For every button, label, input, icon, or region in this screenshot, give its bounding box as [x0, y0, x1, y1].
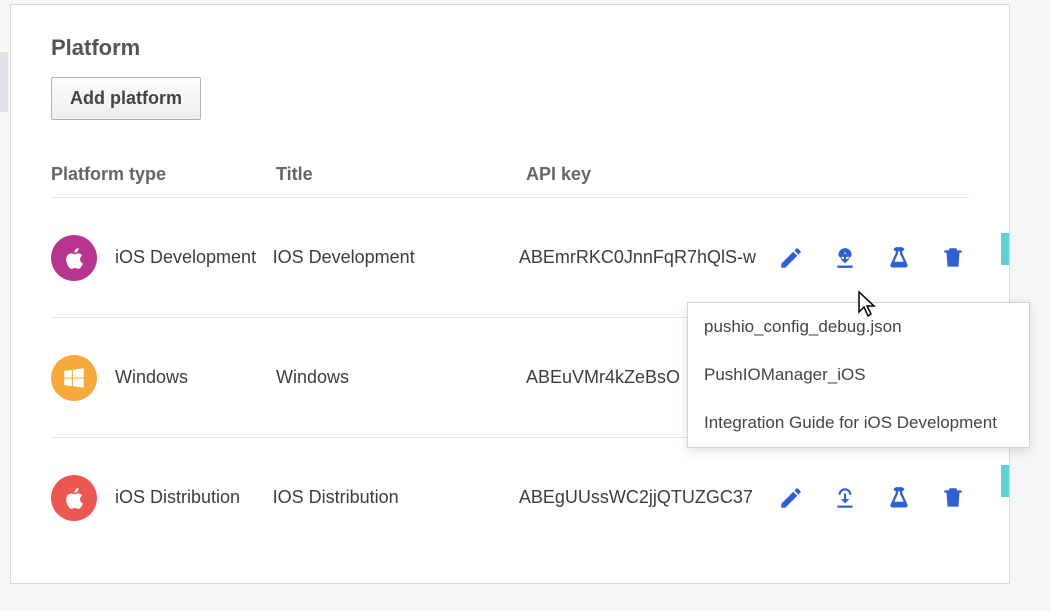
- download-icon: [832, 485, 858, 511]
- col-header-api: API key: [526, 164, 786, 185]
- delete-button[interactable]: [937, 482, 969, 514]
- scroll-indicator: [1001, 233, 1009, 265]
- apple-icon: [51, 475, 97, 521]
- edit-icon: [778, 245, 804, 271]
- windows-icon: [51, 355, 97, 401]
- api-key: ABEgUUssWC2jjQTUZGC37: [519, 487, 775, 508]
- dropdown-item[interactable]: pushio_config_debug.json: [688, 303, 1029, 351]
- platform-panel: Platform Add platform Platform type Titl…: [10, 4, 1010, 584]
- edit-button[interactable]: [775, 242, 807, 274]
- platform-type-label: Windows: [115, 367, 188, 388]
- flask-icon: [886, 485, 912, 511]
- platform-title: Windows: [276, 367, 526, 388]
- trash-icon: [940, 485, 966, 511]
- delete-button[interactable]: [937, 242, 969, 274]
- download-dropdown: pushio_config_debug.json PushIOManager_i…: [687, 302, 1030, 448]
- col-header-platform: Platform type: [51, 164, 276, 185]
- table-row: iOS Distribution IOS Distribution ABEgUU…: [51, 437, 969, 557]
- platform-title: IOS Development: [273, 247, 519, 268]
- add-platform-button[interactable]: Add platform: [51, 77, 201, 120]
- test-button[interactable]: [883, 482, 915, 514]
- flask-icon: [886, 245, 912, 271]
- api-key: ABEmrRKC0JnnFqR7hQlS-w: [519, 247, 775, 268]
- table-header: Platform type Title API key: [51, 164, 969, 197]
- platform-type-label: iOS Development: [115, 247, 256, 268]
- download-button[interactable]: [829, 482, 861, 514]
- download-button[interactable]: [829, 242, 861, 274]
- edit-button[interactable]: [775, 482, 807, 514]
- col-header-title: Title: [276, 164, 526, 185]
- dropdown-item[interactable]: PushIOManager_iOS: [688, 351, 1029, 399]
- edit-icon: [778, 485, 804, 511]
- table-row: iOS Development IOS Development ABEmrRKC…: [51, 197, 969, 317]
- section-title: Platform: [51, 35, 969, 61]
- apple-icon: [51, 235, 97, 281]
- test-button[interactable]: [883, 242, 915, 274]
- trash-icon: [940, 245, 966, 271]
- dropdown-item[interactable]: Integration Guide for iOS Development: [688, 399, 1029, 447]
- platform-type-label: iOS Distribution: [115, 487, 240, 508]
- download-icon: [832, 245, 858, 271]
- decorative-stub: [0, 52, 8, 112]
- platform-title: IOS Distribution: [273, 487, 519, 508]
- scroll-indicator: [1001, 465, 1009, 497]
